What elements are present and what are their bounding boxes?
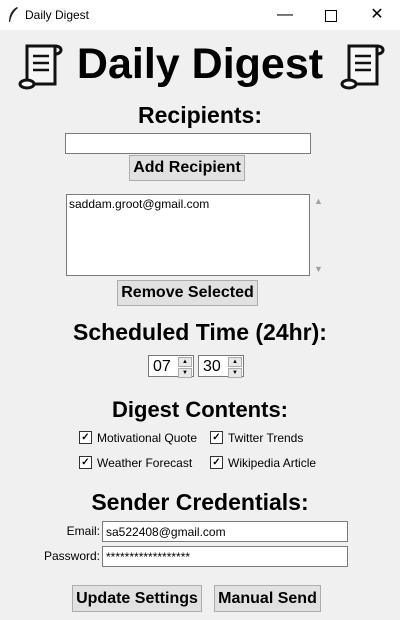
checkbox-icon[interactable]: ✓ [210,431,223,445]
increment-icon[interactable]: ▲ [178,357,192,367]
manual-send-button[interactable]: Manual Send [214,585,321,612]
minute-stepper[interactable]: ▲ ▼ [228,357,242,378]
minimize-button[interactable]: — [262,0,308,30]
checkbox-motivational-quote[interactable]: ✓ Motivational Quote [79,430,197,446]
list-item[interactable]: saddam.groot@gmail.com [67,195,309,213]
credentials-title: Sender Credentials: [91,489,309,515]
hour-stepper[interactable]: ▲ ▼ [178,357,192,378]
scroll-icon [340,44,385,90]
schedule-title: Scheduled Time (24hr): [73,319,327,345]
window-titlebar: Daily Digest — ✕ [0,0,400,30]
decrement-icon[interactable]: ▼ [178,368,192,378]
hour-value: 07 [153,358,171,375]
checkbox-icon[interactable]: ✓ [79,431,92,445]
password-label: Password: [43,549,100,563]
minute-value: 30 [203,358,221,375]
recipients-title: Recipients: [138,102,262,128]
checkbox-twitter-trends[interactable]: ✓ Twitter Trends [210,430,303,446]
checkbox-label: Twitter Trends [228,431,304,445]
recipient-input[interactable] [65,133,311,154]
checkbox-icon[interactable]: ✓ [79,456,92,470]
checkbox-label: Motivational Quote [97,431,198,445]
maximize-icon [325,10,337,22]
checkbox-icon[interactable]: ✓ [210,456,223,470]
scroll-up-icon[interactable]: ▲ [314,196,323,206]
update-settings-button[interactable]: Update Settings [72,585,202,612]
minute-spinbox[interactable]: 30 ▲ ▼ [198,355,244,378]
checkbox-label: Weather Forecast [97,456,193,470]
window-title: Daily Digest [25,8,90,22]
email-field[interactable] [102,521,348,542]
feather-icon [9,7,18,22]
remove-selected-button[interactable]: Remove Selected [117,280,258,306]
close-button[interactable]: ✕ [354,0,400,30]
maximize-button[interactable] [308,0,354,30]
recipients-list[interactable]: saddam.groot@gmail.com [66,194,310,276]
recipients-scrollbar[interactable]: ▲ ▼ [311,194,327,276]
scroll-down-icon[interactable]: ▼ [314,264,323,274]
add-recipient-button[interactable]: Add Recipient [129,155,245,181]
hour-spinbox[interactable]: 07 ▲ ▼ [148,355,194,378]
increment-icon[interactable]: ▲ [228,357,242,367]
checkbox-label: Wikipedia Article [228,456,317,470]
checkbox-wikipedia-article[interactable]: ✓ Wikipedia Article [210,455,316,471]
contents-title: Digest Contents: [112,397,288,422]
decrement-icon[interactable]: ▼ [228,368,242,378]
password-field[interactable] [102,546,348,567]
checkbox-weather-forecast[interactable]: ✓ Weather Forecast [79,455,192,471]
email-label: Email: [66,524,100,538]
